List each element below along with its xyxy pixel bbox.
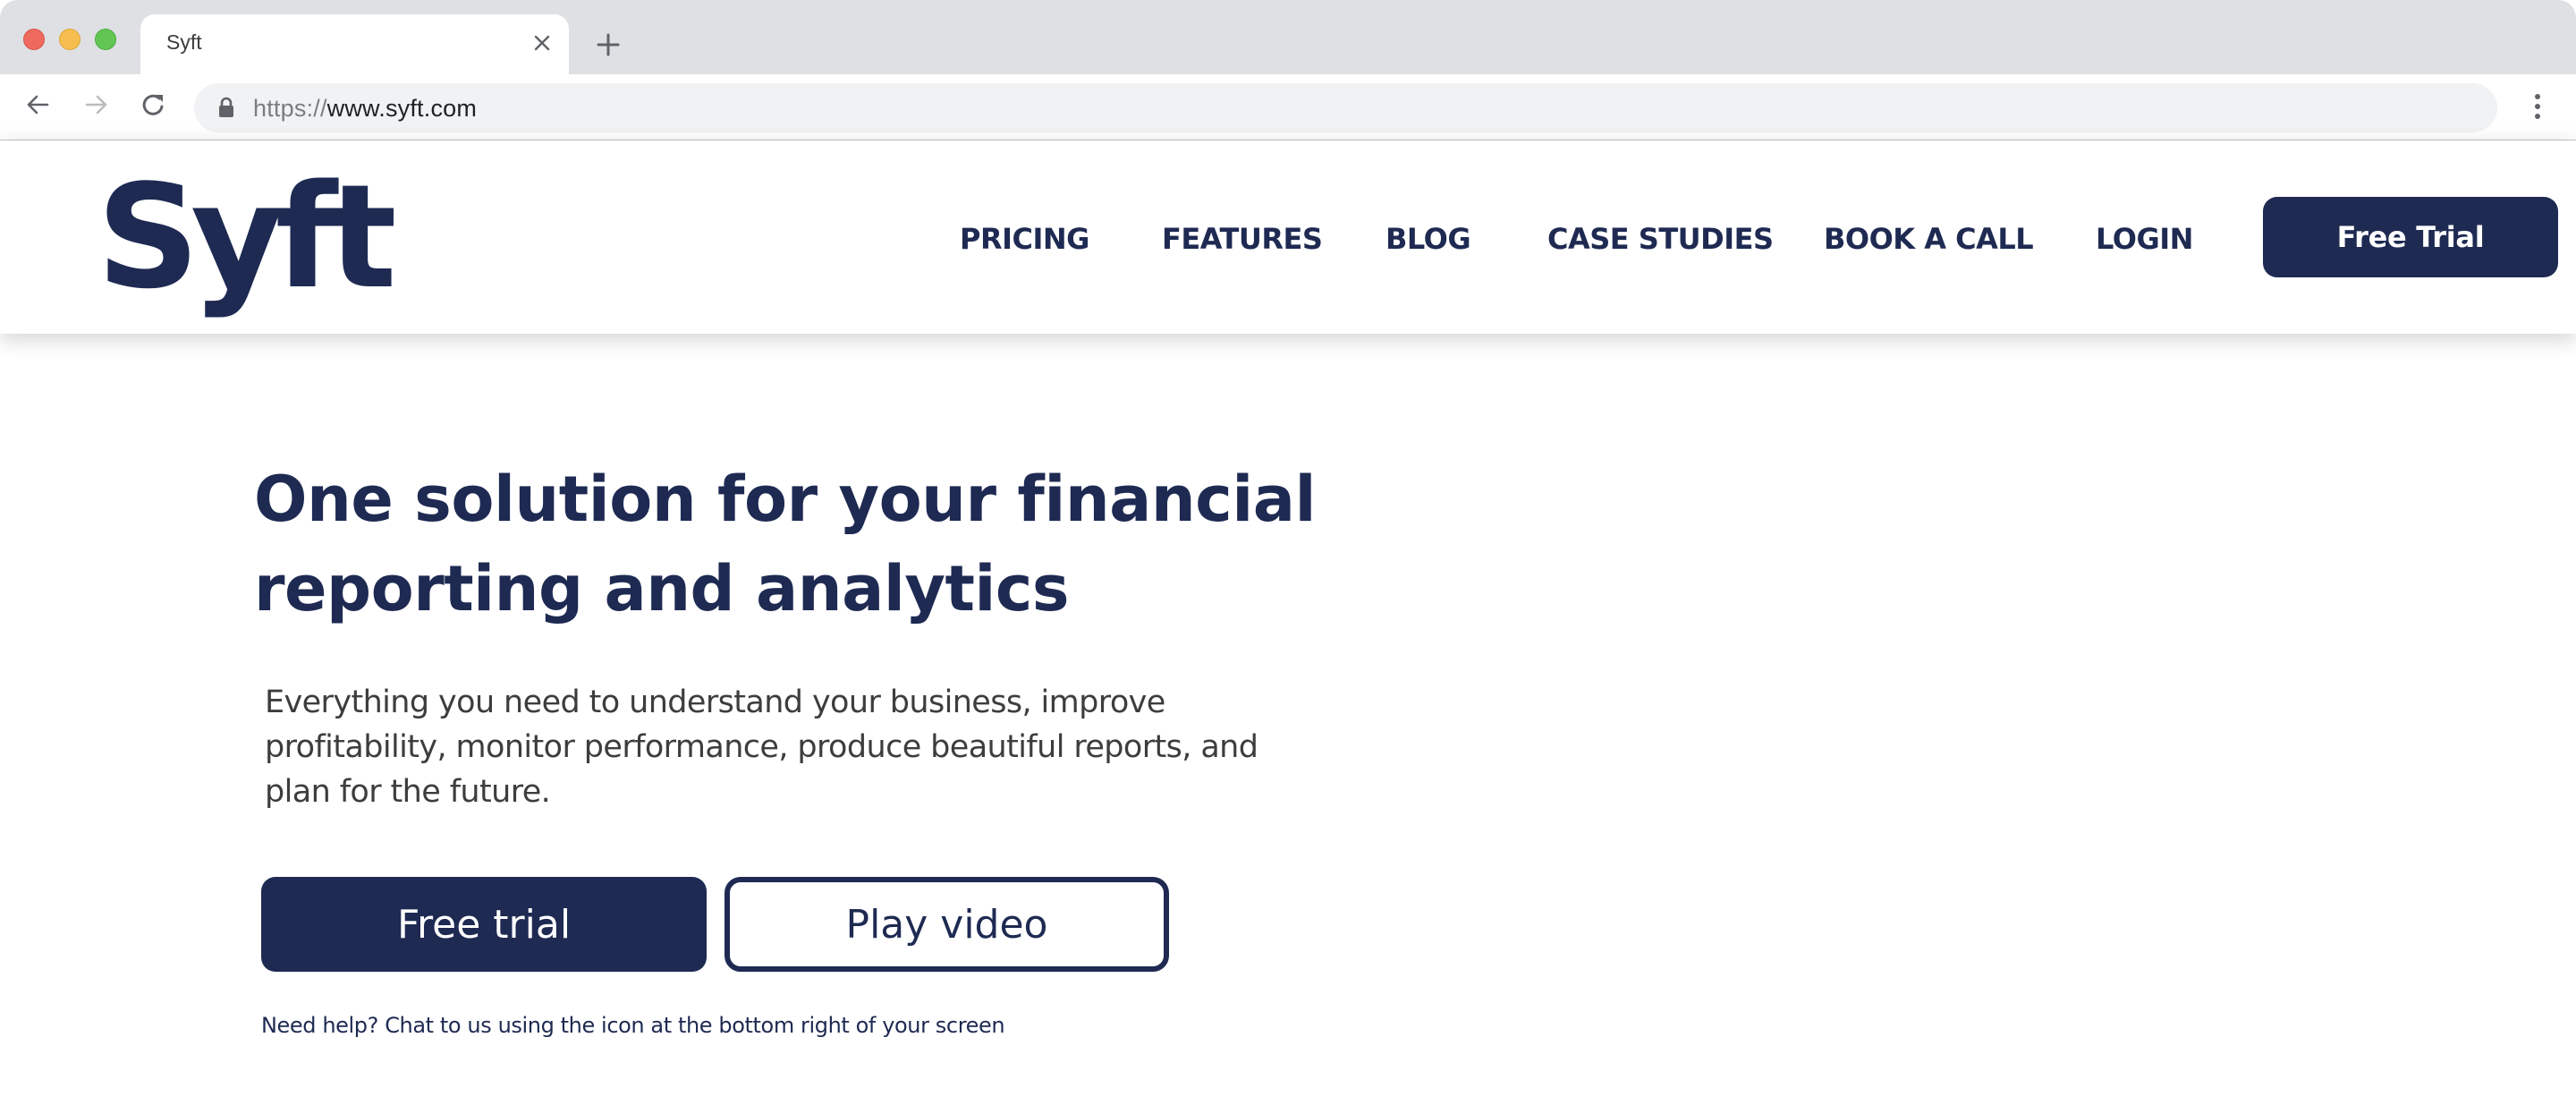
nav-link-login[interactable]: LOGIN	[2096, 221, 2193, 257]
site-header: Syft PRICING FEATURES BLOG CASE STUDIES …	[0, 140, 2576, 334]
nav-link-blog[interactable]: BLOG	[1385, 221, 1471, 257]
browser-toolbar: https://www.syft.com	[0, 74, 2576, 141]
url-scheme: https://	[253, 95, 327, 122]
url-host: www.syft.com	[326, 95, 478, 122]
arrow-right-icon[interactable]	[77, 85, 116, 124]
reload-icon[interactable]	[134, 85, 174, 124]
window-close-button[interactable]	[23, 29, 45, 50]
window-maximize-button[interactable]	[95, 29, 116, 50]
nav-link-book-a-call[interactable]: BOOK A CALL	[1824, 221, 2034, 257]
close-icon[interactable]	[526, 27, 558, 59]
play-video-button[interactable]: Play video	[724, 877, 1169, 972]
help-text: Need help? Chat to us using the icon at …	[261, 1013, 1005, 1038]
arrow-left-icon[interactable]	[18, 85, 57, 124]
nav-link-features[interactable]: FEATURES	[1162, 221, 1323, 257]
nav-link-pricing[interactable]: PRICING	[960, 221, 1089, 257]
browser-tab[interactable]: Syft	[140, 14, 569, 74]
tab-title: Syft	[166, 30, 202, 54]
plus-icon[interactable]	[592, 29, 624, 61]
nav-link-case-studies[interactable]: CASE STUDIES	[1547, 221, 1774, 257]
kebab-menu-icon[interactable]	[2524, 87, 2551, 126]
header-free-trial-button[interactable]: Free Trial	[2263, 197, 2558, 277]
hero-title: One solution for your financial reportin…	[254, 463, 1316, 625]
browser-tab-bar: Syft	[0, 0, 2576, 74]
lock-icon	[217, 97, 235, 118]
address-bar[interactable]: https://www.syft.com	[194, 83, 2497, 132]
main-nav: PRICING FEATURES BLOG CASE STUDIES BOOK …	[0, 140, 2576, 334]
url-text[interactable]: https://www.syft.com	[253, 94, 477, 123]
window-minimize-button[interactable]	[59, 29, 80, 50]
free-trial-button[interactable]: Free trial	[261, 877, 707, 972]
hero-subtitle: Everything you need to understand your b…	[265, 685, 1258, 810]
